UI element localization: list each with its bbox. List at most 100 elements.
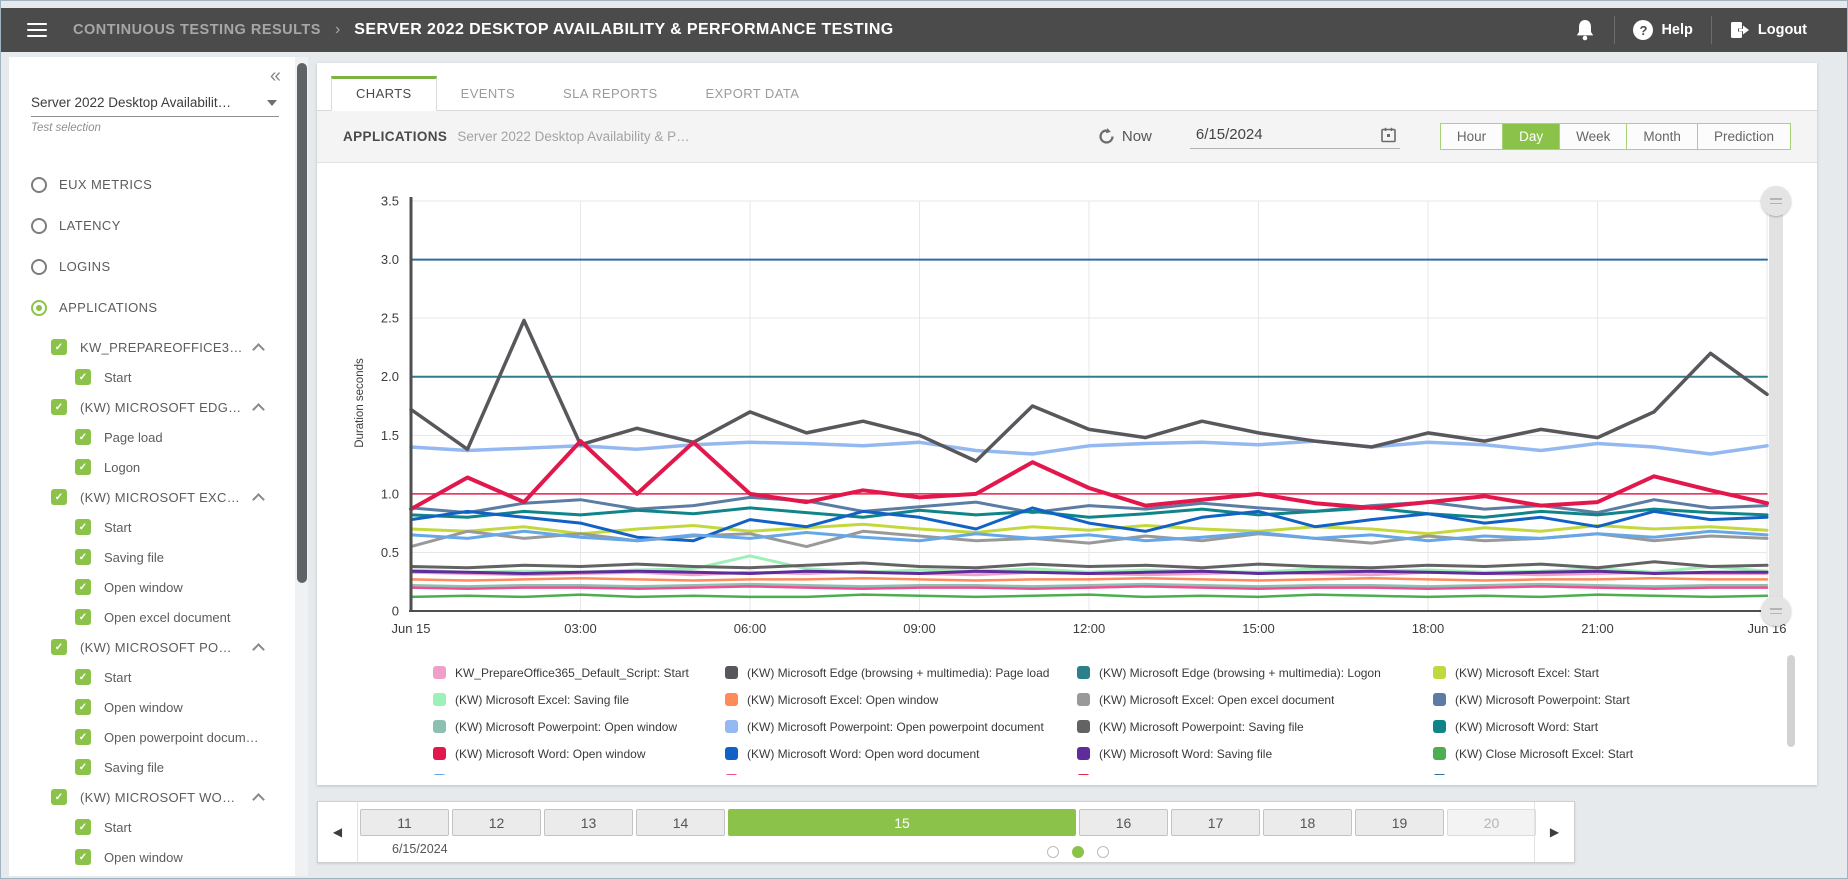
checkbox-checked-icon[interactable]: ✓ bbox=[51, 639, 67, 655]
chart-zoom-slider[interactable] bbox=[1769, 201, 1783, 611]
legend-scrollbar-thumb[interactable] bbox=[1787, 655, 1795, 747]
legend-item-zoom-workspace-start[interactable]: Zoom Workspace: Start bbox=[1077, 767, 1433, 775]
range-button-day[interactable]: Day bbox=[1502, 124, 1559, 149]
date-picker-field[interactable]: 6/15/2024 bbox=[1190, 124, 1400, 149]
checkbox-checked-icon[interactable]: ✓ bbox=[75, 729, 91, 745]
legend-item-kw-microsoft-edge-browsing-multimedia-page-load[interactable]: (KW) Microsoft Edge (browsing + multimed… bbox=[725, 659, 1077, 686]
range-button-week[interactable]: Week bbox=[1559, 124, 1626, 149]
tree-item-logon[interactable]: ✓Logon bbox=[31, 452, 277, 482]
page-dot-3[interactable] bbox=[1097, 846, 1109, 858]
range-button-month[interactable]: Month bbox=[1626, 124, 1697, 149]
sidebar-metric-logins[interactable]: LOGINS bbox=[31, 246, 277, 287]
tree-item-start[interactable]: ✓Start bbox=[31, 662, 277, 692]
tree-item-open-word-document[interactable]: ✓Open word document bbox=[31, 872, 277, 876]
test-select-dropdown[interactable]: Server 2022 Desktop Availabilit… bbox=[31, 95, 279, 117]
tree-item-saving-file[interactable]: ✓Saving file bbox=[31, 542, 277, 572]
legend-item-kw-microsoft-word-saving-file[interactable]: (KW) Microsoft Word: Saving file bbox=[1077, 740, 1433, 767]
tree-item-start[interactable]: ✓Start bbox=[31, 362, 277, 392]
checkbox-checked-icon[interactable]: ✓ bbox=[75, 699, 91, 715]
chevron-up-icon[interactable] bbox=[252, 343, 265, 356]
pager-next-button[interactable]: ▶ bbox=[1534, 802, 1574, 862]
legend-item-kw-microsoft-excel-start[interactable]: (KW) Microsoft Excel: Start bbox=[1433, 659, 1753, 686]
sidebar-metric-applications[interactable]: APPLICATIONS bbox=[31, 287, 277, 328]
zoom-slider-handle-top[interactable] bbox=[1761, 186, 1791, 216]
day-button-11[interactable]: 11 bbox=[360, 809, 449, 836]
legend-item-kw-microsoft-excel-saving-file[interactable]: (KW) Microsoft Excel: Saving file bbox=[433, 686, 725, 713]
pager-prev-button[interactable]: ◀ bbox=[318, 802, 358, 862]
legend-item-kw-prepareoffice365-default-script-start[interactable]: KW_PrepareOffice365_Default_Script: Star… bbox=[433, 659, 725, 686]
legend-item-kw-microsoft-powerpoint-saving-file[interactable]: (KW) Microsoft Powerpoint: Saving file bbox=[1077, 713, 1433, 740]
tab-events[interactable]: EVENTS bbox=[437, 76, 539, 111]
day-button-15[interactable]: 15 bbox=[728, 809, 1076, 836]
tree-item-open-excel-document[interactable]: ✓Open excel document bbox=[31, 602, 277, 632]
checkbox-checked-icon[interactable]: ✓ bbox=[75, 609, 91, 625]
checkbox-checked-icon[interactable]: ✓ bbox=[75, 669, 91, 685]
sidebar-metric-eux-metrics[interactable]: EUX METRICS bbox=[31, 164, 277, 205]
range-button-prediction[interactable]: Prediction bbox=[1697, 124, 1790, 149]
checkbox-checked-icon[interactable]: ✓ bbox=[51, 789, 67, 805]
legend-item-kw-microsoft-excel-open-window[interactable]: (KW) Microsoft Excel: Open window bbox=[725, 686, 1077, 713]
tree-item-saving-file[interactable]: ✓Saving file bbox=[31, 752, 277, 782]
sidebar-collapse-icon[interactable]: « bbox=[270, 65, 281, 88]
day-button-18[interactable]: 18 bbox=[1263, 809, 1352, 836]
tree-group-kw-microsoft-po[interactable]: ✓(KW) MICROSOFT PO… bbox=[31, 632, 277, 662]
legend-item-winscp-start[interactable]: WinSCP: Start bbox=[1433, 767, 1753, 775]
tree-item-start[interactable]: ✓Start bbox=[31, 512, 277, 542]
legend-item-kw-microsoft-powerpoint-open-powerpoint-document[interactable]: (KW) Microsoft Powerpoint: Open powerpoi… bbox=[725, 713, 1077, 740]
tab-charts[interactable]: CHARTS bbox=[331, 76, 437, 111]
checkbox-checked-icon[interactable]: ✓ bbox=[75, 519, 91, 535]
sidebar-scrollbar[interactable] bbox=[295, 57, 308, 876]
checkbox-checked-icon[interactable]: ✓ bbox=[75, 819, 91, 835]
legend-item-kw-microsoft-edge-browsing-multimedia-logon[interactable]: (KW) Microsoft Edge (browsing + multimed… bbox=[1077, 659, 1433, 686]
legend-item-kw-close-microsoft-powerpoint-start[interactable]: (KW) Close Microsoft PowerPoint: Start bbox=[725, 767, 1077, 775]
chevron-up-icon[interactable] bbox=[252, 493, 265, 506]
page-dot-2[interactable] bbox=[1072, 846, 1084, 858]
day-button-12[interactable]: 12 bbox=[452, 809, 541, 836]
logout-button[interactable]: Logout bbox=[1730, 21, 1807, 39]
legend-item-kw-microsoft-excel-open-excel-document[interactable]: (KW) Microsoft Excel: Open excel documen… bbox=[1077, 686, 1433, 713]
chevron-up-icon[interactable] bbox=[252, 643, 265, 656]
checkbox-checked-icon[interactable]: ✓ bbox=[75, 849, 91, 865]
sidebar-metric-latency[interactable]: LATENCY bbox=[31, 205, 277, 246]
sidebar-scrollbar-thumb[interactable] bbox=[297, 63, 307, 583]
checkbox-checked-icon[interactable]: ✓ bbox=[75, 579, 91, 595]
menu-icon[interactable] bbox=[27, 23, 47, 37]
checkbox-checked-icon[interactable]: ✓ bbox=[75, 429, 91, 445]
tree-item-start[interactable]: ✓Start bbox=[31, 812, 277, 842]
legend-item-kw-close-microsoft-word-start[interactable]: (KW) Close Microsoft Word: Start bbox=[433, 767, 725, 775]
range-button-hour[interactable]: Hour bbox=[1441, 124, 1502, 149]
tree-item-open-powerpoint-docum[interactable]: ✓Open powerpoint docum… bbox=[31, 722, 277, 752]
legend-item-kw-microsoft-word-open-word-document[interactable]: (KW) Microsoft Word: Open word document bbox=[725, 740, 1077, 767]
legend-item-kw-microsoft-word-start[interactable]: (KW) Microsoft Word: Start bbox=[1433, 713, 1753, 740]
tab-export-data[interactable]: EXPORT DATA bbox=[682, 76, 824, 111]
breadcrumb[interactable]: CONTINUOUS TESTING RESULTS bbox=[73, 22, 321, 38]
checkbox-checked-icon[interactable]: ✓ bbox=[75, 759, 91, 775]
zoom-slider-handle-bottom[interactable] bbox=[1761, 596, 1791, 626]
tree-item-open-window[interactable]: ✓Open window bbox=[31, 842, 277, 872]
legend-item-kw-microsoft-powerpoint-start[interactable]: (KW) Microsoft Powerpoint: Start bbox=[1433, 686, 1753, 713]
page-dot-1[interactable] bbox=[1047, 846, 1059, 858]
tree-item-open-window[interactable]: ✓Open window bbox=[31, 572, 277, 602]
chevron-up-icon[interactable] bbox=[252, 403, 265, 416]
tree-group-kw-prepareoffice3[interactable]: ✓KW_PREPAREOFFICE3… bbox=[31, 332, 277, 362]
calendar-icon[interactable] bbox=[1381, 127, 1396, 143]
legend-item-kw-close-microsoft-excel-start[interactable]: (KW) Close Microsoft Excel: Start bbox=[1433, 740, 1753, 767]
checkbox-checked-icon[interactable]: ✓ bbox=[51, 399, 67, 415]
day-button-14[interactable]: 14 bbox=[636, 809, 725, 836]
tree-group-kw-microsoft-exc[interactable]: ✓(KW) MICROSOFT EXC… bbox=[31, 482, 277, 512]
day-button-13[interactable]: 13 bbox=[544, 809, 633, 836]
tab-sla-reports[interactable]: SLA REPORTS bbox=[539, 76, 681, 111]
legend-item-kw-microsoft-word-open-window[interactable]: (KW) Microsoft Word: Open window bbox=[433, 740, 725, 767]
checkbox-checked-icon[interactable]: ✓ bbox=[51, 339, 67, 355]
checkbox-checked-icon[interactable]: ✓ bbox=[75, 459, 91, 475]
refresh-now-button[interactable]: Now bbox=[1098, 128, 1152, 145]
day-button-16[interactable]: 16 bbox=[1079, 809, 1168, 836]
tree-group-kw-microsoft-wo[interactable]: ✓(KW) MICROSOFT WO… bbox=[31, 782, 277, 812]
checkbox-checked-icon[interactable]: ✓ bbox=[51, 489, 67, 505]
checkbox-checked-icon[interactable]: ✓ bbox=[75, 549, 91, 565]
tree-item-page-load[interactable]: ✓Page load bbox=[31, 422, 277, 452]
legend-item-kw-microsoft-powerpoint-open-window[interactable]: (KW) Microsoft Powerpoint: Open window bbox=[433, 713, 725, 740]
notifications-bell-icon[interactable] bbox=[1574, 18, 1596, 42]
day-button-19[interactable]: 19 bbox=[1355, 809, 1444, 836]
day-button-17[interactable]: 17 bbox=[1171, 809, 1260, 836]
